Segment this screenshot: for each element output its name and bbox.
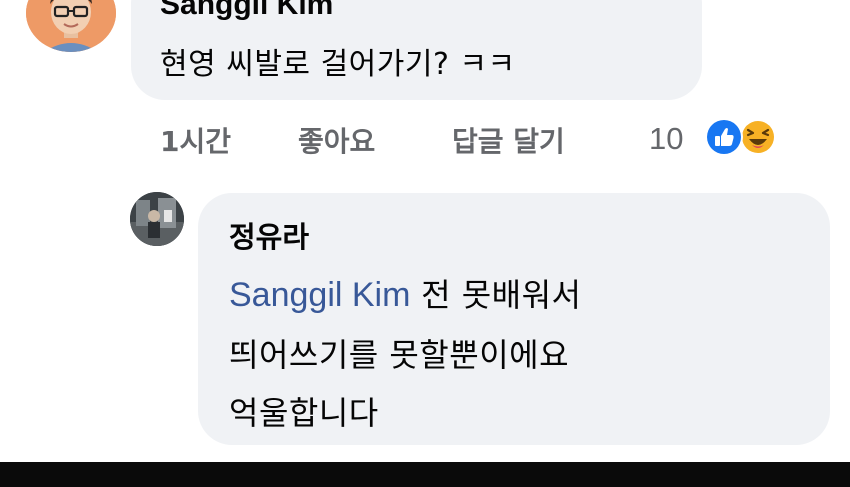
reply-button[interactable]: 답글 달기 [452, 120, 565, 160]
reply-text-fragment: 전 못배워서 [410, 276, 582, 314]
like-icon [705, 118, 743, 156]
comment-text: 현영 씨발로 걸어가기? ㅋㅋ [160, 47, 516, 82]
reply-text-line-1: Sanggil Kim 전 못배워서 [229, 270, 581, 316]
comment-author-name[interactable]: Sanggil Kim [160, 0, 333, 22]
reactions-summary[interactable] [704, 117, 780, 157]
haha-icon [740, 119, 776, 155]
bottom-bar [0, 462, 850, 487]
mention-link[interactable]: Sanggil Kim [229, 276, 410, 314]
comment-timestamp[interactable]: 1시간 [160, 120, 231, 160]
replier-avatar[interactable] [130, 192, 184, 246]
like-button[interactable]: 좋아요 [298, 120, 375, 160]
reply-text-line-3: 억울합니다 [229, 394, 379, 432]
commenter-avatar[interactable] [26, 0, 116, 52]
reaction-count[interactable]: 10 [649, 121, 683, 157]
reply-author-name[interactable]: 정유라 [229, 214, 309, 256]
reply-text-line-2: 띄어쓰기를 못할뿐이에요 [229, 336, 570, 374]
